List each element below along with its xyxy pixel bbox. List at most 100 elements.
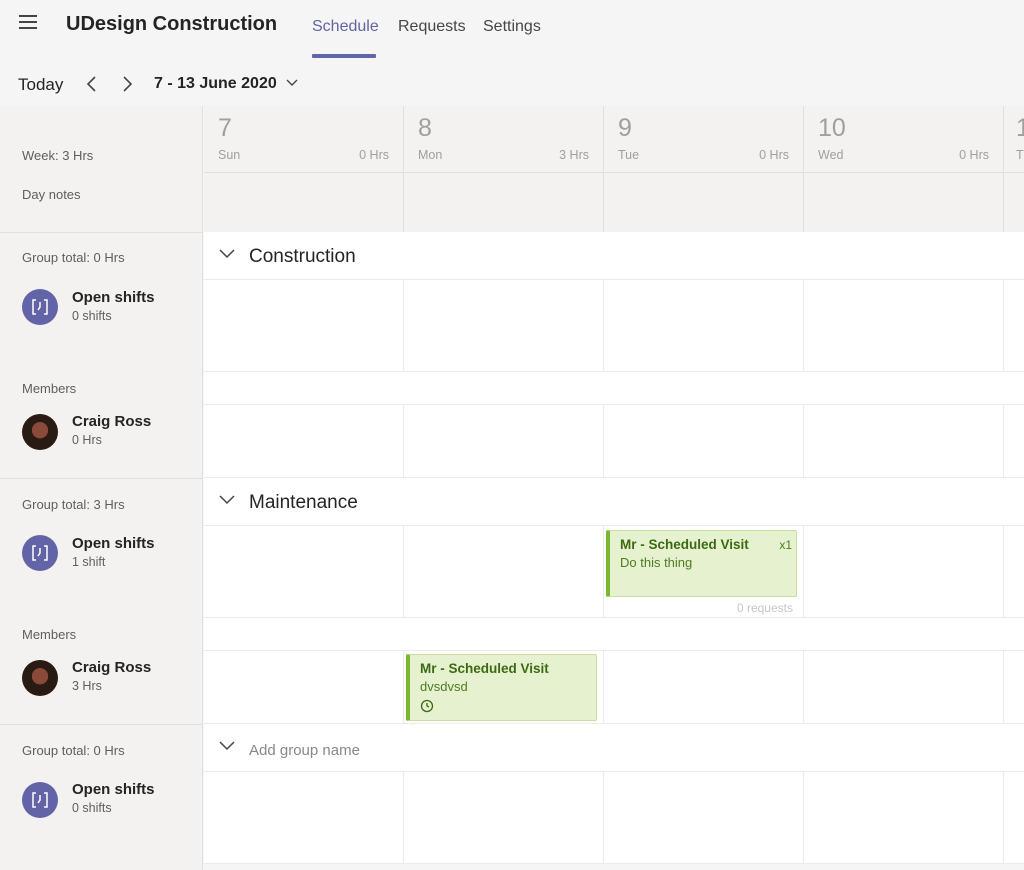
day-name: T <box>1016 148 1024 162</box>
schedule-cell[interactable] <box>204 651 404 723</box>
schedule-grid: 7 Sun 0 Hrs 8 Mon 3 Hrs 9 Tue 0 Hrs 10 W… <box>204 106 1024 870</box>
day-note-cell[interactable] <box>604 172 804 232</box>
day-note-cell[interactable] <box>804 172 1004 232</box>
schedule-cell[interactable] <box>404 772 604 863</box>
schedule-cell[interactable] <box>804 280 1004 371</box>
day-name: Tue <box>618 148 640 162</box>
schedule-cell[interactable] <box>204 405 404 477</box>
day-number: 8 <box>418 114 432 142</box>
day-hours: 0 Hrs <box>359 148 389 162</box>
members-label: Members <box>22 627 77 642</box>
day-hours: 0 Hrs <box>959 148 989 162</box>
day-notes-label: Day notes <box>22 187 81 202</box>
member-shift-card[interactable]: Mr - Scheduled Visit dvsdvsd <box>406 654 597 721</box>
schedule-cell[interactable] <box>404 405 604 477</box>
open-shifts-count: 1 shift <box>72 555 106 569</box>
day-note-cell[interactable] <box>1004 172 1024 232</box>
date-navigation: Today 7 - 13 June 2020 <box>0 62 1024 106</box>
day-header: 1 T <box>1004 106 1024 172</box>
hamburger-menu-icon[interactable] <box>19 15 37 29</box>
day-name: Mon <box>418 148 443 162</box>
schedule-cell[interactable] <box>604 772 804 863</box>
day-hours: 3 Hrs <box>559 148 589 162</box>
avatar <box>22 660 58 696</box>
avatar <box>22 414 58 450</box>
shift-count: x1 <box>779 538 792 552</box>
schedule-cell[interactable]: Mr - Scheduled Visit dvsdvsd <box>404 651 604 723</box>
day-name: Wed <box>818 148 844 162</box>
schedule-cell[interactable] <box>204 280 404 371</box>
member-name[interactable]: Craig Ross <box>72 659 151 676</box>
schedule-cell[interactable] <box>604 405 804 477</box>
group-header: Add group name <box>204 724 1024 772</box>
schedule-cell[interactable] <box>604 651 804 723</box>
schedule-cell[interactable] <box>204 526 404 617</box>
schedule-cell[interactable] <box>804 405 1004 477</box>
schedule-cell[interactable] <box>604 280 804 371</box>
group-header: Construction <box>204 232 1024 280</box>
group-total: Group total: 0 Hrs <box>22 743 125 758</box>
open-shifts-count: 0 shifts <box>72 309 112 323</box>
day-header: 8 Mon 3 Hrs <box>404 106 604 172</box>
shift-title: Mr - Scheduled Visit <box>620 537 749 552</box>
group-total: Group total: 3 Hrs <box>22 497 125 512</box>
collapse-chevron-icon[interactable] <box>218 740 236 752</box>
tab-settings[interactable]: Settings <box>483 18 541 36</box>
shift-note: dvsdvsd <box>420 679 468 694</box>
chevron-right-icon[interactable] <box>119 74 135 94</box>
chevron-down-icon[interactable] <box>285 76 299 90</box>
open-shifts-label: Open shifts <box>72 289 155 306</box>
member-row <box>204 405 1024 478</box>
member-hours: 3 Hrs <box>72 679 102 693</box>
day-header: 7 Sun 0 Hrs <box>204 106 404 172</box>
members-spacer <box>204 618 1024 651</box>
day-number: 7 <box>218 114 232 142</box>
open-shifts-icon <box>22 535 58 571</box>
group-header: Maintenance <box>204 478 1024 526</box>
schedule-cell[interactable] <box>804 526 1004 617</box>
members-label: Members <box>22 381 77 396</box>
schedule-cell[interactable] <box>404 280 604 371</box>
schedule-cell[interactable] <box>804 651 1004 723</box>
group-total: Group total: 0 Hrs <box>22 250 125 265</box>
day-header: 10 Wed 0 Hrs <box>804 106 1004 172</box>
chevron-left-icon[interactable] <box>84 74 100 94</box>
day-hours: 0 Hrs <box>759 148 789 162</box>
app-title: UDesign Construction <box>66 13 278 35</box>
shift-title: Mr - Scheduled Visit <box>420 661 549 676</box>
group-name-input[interactable]: Add group name <box>249 742 360 759</box>
member-row: Mr - Scheduled Visit dvsdvsd <box>204 651 1024 724</box>
active-tab-indicator <box>312 54 376 58</box>
today-button[interactable]: Today <box>18 75 63 95</box>
day-name: Sun <box>218 148 241 162</box>
open-shifts-label: Open shifts <box>72 535 155 552</box>
open-shifts-row: Mr - Scheduled Visit Do this thing x1 0 … <box>204 526 1024 618</box>
group-name[interactable]: Construction <box>249 246 356 268</box>
tab-requests[interactable]: Requests <box>398 18 466 36</box>
schedule-cell[interactable] <box>404 526 604 617</box>
clock-icon <box>420 699 434 713</box>
schedule-cell[interactable] <box>804 772 1004 863</box>
member-hours: 0 Hrs <box>72 433 102 447</box>
divider <box>0 478 203 479</box>
group-name[interactable]: Maintenance <box>249 492 358 514</box>
schedule-cell[interactable] <box>204 772 404 863</box>
tab-schedule[interactable]: Schedule <box>312 18 379 36</box>
open-shift-card[interactable]: Mr - Scheduled Visit Do this thing x1 <box>606 530 797 597</box>
shift-note: Do this thing <box>620 555 693 570</box>
collapse-chevron-icon[interactable] <box>218 494 236 506</box>
requests-count: 0 requests <box>736 601 793 615</box>
collapse-chevron-icon[interactable] <box>218 248 236 260</box>
divider <box>0 724 203 725</box>
schedule-cell[interactable]: Mr - Scheduled Visit Do this thing x1 0 … <box>604 526 804 617</box>
day-note-cell[interactable] <box>404 172 604 232</box>
open-shifts-icon <box>22 782 58 818</box>
day-number: 1 <box>1016 114 1024 142</box>
left-panel: Week: 3 Hrs Day notes Group total: 0 Hrs… <box>0 106 203 870</box>
member-name[interactable]: Craig Ross <box>72 413 151 430</box>
day-note-cell[interactable] <box>204 172 404 232</box>
open-shifts-row <box>204 772 1024 864</box>
date-range-picker[interactable]: 7 - 13 June 2020 <box>154 75 277 93</box>
members-spacer <box>204 372 1024 405</box>
day-number: 10 <box>818 114 846 142</box>
